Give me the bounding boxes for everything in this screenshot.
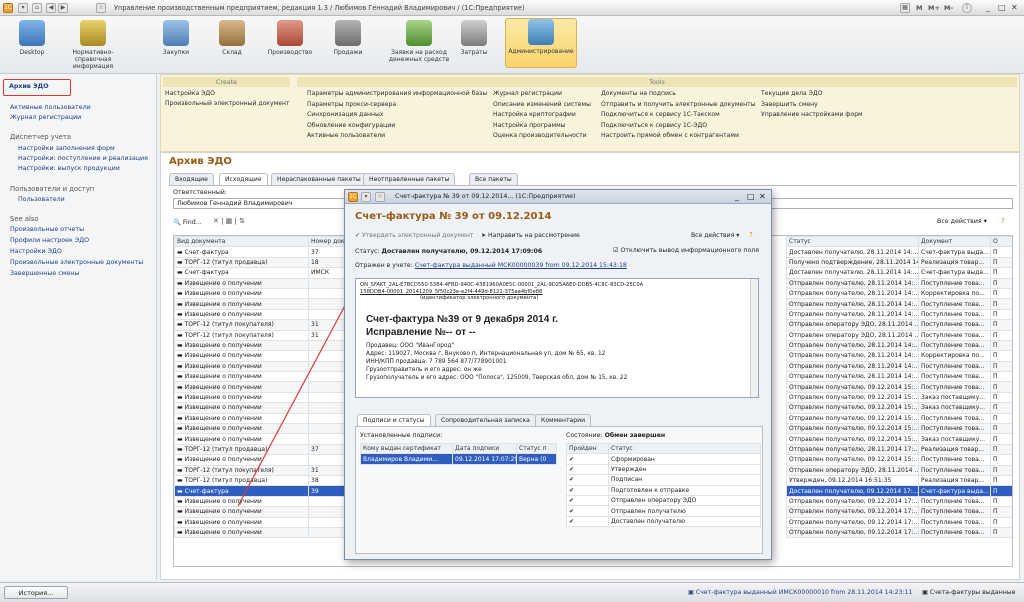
signatures-table: Кому выдан сертификат Дата подписи Статус … [360,442,557,465]
column-sign-date[interactable]: Дата подписи [452,442,517,455]
dialog-minimize-button[interactable]: _ [735,192,739,201]
stage-row[interactable]: ✔ Утвержден [566,463,761,476]
signatures-label: Установленные подписи: [360,432,443,439]
tab-comments[interactable]: Комментарии [535,414,592,426]
document-line: ИНН/КПП продавца: 7 789 564 877/77890100… [366,358,507,365]
stage-row[interactable]: ✔ Отправлен оператору ЭДО [566,494,761,507]
status-message-link[interactable]: ▣ Счет-фактура выданный ИМСК00000010 fro… [688,589,912,596]
stage-status-cell: Отправлен оператору ЭДО [608,494,761,507]
dialog-title-bar: 1С ▾ ☆ Счет-фактура № 39 от 09.12.2014..… [345,190,771,204]
state-value: Обмен завершен [604,432,666,439]
invoice-dialog: 1С ▾ ☆ Счет-фактура № 39 от 09.12.2014..… [344,189,772,560]
tab-cover-note[interactable]: Сопроводительная записка [435,414,536,426]
dialog-title: Счет-фактура № 39 от 09.12.2014 [355,211,552,222]
check-icon: ✔ [566,494,609,507]
disable-info-checkbox[interactable]: ☑ Отключить вывод информационного поля [613,247,759,254]
document-preview: ON_SFAKT_2AL-E7BCD550-5384-4FBD-940C-438… [355,278,759,398]
status-message-section[interactable]: ▣ Счета-фактуры выданные [922,589,1016,596]
menu-icon[interactable]: ▾ [361,192,371,202]
document-correction: Исправление №-- от -- [366,326,476,338]
document-line: Адрес: 119027, Москва г, Внуково п, Инте… [366,350,606,357]
check-icon: ✔ [566,474,609,486]
stage-status-cell: Отправлен получателю [608,505,761,517]
dialog-close-button[interactable]: ✕ [759,192,766,201]
check-icon: ✔ [566,505,609,517]
stage-row[interactable]: ✔ Подготовлен к отправке [566,484,761,496]
send-for-review-button[interactable]: ➤ Направить на рассмотрение [481,232,580,239]
stages-table: Пройден Статус ✔ Сформирован ✔ Утвержден ✔ Под… [566,442,761,528]
stage-status-cell: Утвержден [608,463,761,476]
check-icon: ✔ [566,515,609,528]
document-title: Счет-фактура №39 от 9 декабря 2014 г. [366,313,559,325]
document-line: Продавец: ООО "ИванГород" [366,342,455,349]
dialog-window-title: Счет-фактура № 39 от 09.12.2014... (1С:П… [395,193,576,200]
approve-button[interactable]: ✔ Утвердить электронный документ [355,232,473,239]
app-logo-icon[interactable]: 1С [348,192,358,202]
column-cert-owner[interactable]: Кому выдан сертификат [360,442,453,455]
status-line: Статус: Доставлен получателю, 09.12.2014… [355,248,543,255]
stage-status-cell: Подписан [608,474,761,486]
state-line: Состояние: Обмен завершен [566,432,666,439]
status-value: Доставлен получателю, 09.12.2014 17:09:0… [381,248,543,255]
column-stage-status[interactable]: Статус [608,442,761,455]
stage-status-cell: Сформирован [608,453,761,465]
document-line: Грузополучатель и его адрес: ООО "Полоса… [366,374,628,381]
favorites-star-icon[interactable]: ☆ [375,192,385,202]
document-id-block: ON_SFAKT_2AL-E7BCD550-5384-4FBD-940C-438… [356,279,758,305]
stage-row[interactable]: ✔ Доставлен получателю [566,515,761,528]
dialog-all-actions-menu[interactable]: Все действия ▾ [691,232,739,239]
signature-row[interactable]: Владимиров Владими... 09.12.2014 17:07:29… [360,453,557,465]
stage-row[interactable]: ✔ Подписан [566,474,761,486]
document-line: Грузоотправитель и его адрес: он же [366,366,482,373]
dialog-help-icon[interactable]: ? [749,231,753,239]
stage-row[interactable]: ✔ Отправлен получателю [566,505,761,517]
document-id-caption: (идентификатор электронного документа) [420,295,539,301]
history-button[interactable]: История... [4,586,68,599]
stage-status-cell: Подготовлен к отправке [608,484,761,496]
stage-row[interactable]: ✔ Сформирован [566,453,761,465]
status-bar: История... ▣ Счет-фактура выданный ИМСК0… [0,582,1024,602]
reflected-line: Отражен в учете: Счет-фактура выданный М… [355,262,627,269]
reflected-link[interactable]: Счет-фактура выданный МСК00000039 from 0… [415,262,627,269]
check-icon: ✔ [566,484,609,496]
column-sign-status[interactable]: Статус п [516,442,557,455]
check-icon: ✔ [566,453,609,465]
document-details: Продавец: ООО "ИванГород" Адрес: 119027, … [356,339,758,385]
stage-status-cell: Доставлен получателю [608,515,761,528]
signatures-panel: Установленные подписи: Кому выдан сертиф… [355,426,763,554]
column-passed[interactable]: Пройден [566,442,609,455]
check-icon: ✔ [566,463,609,476]
document-scrollbar[interactable] [750,279,758,397]
dialog-maximize-button[interactable]: □ [747,192,755,201]
